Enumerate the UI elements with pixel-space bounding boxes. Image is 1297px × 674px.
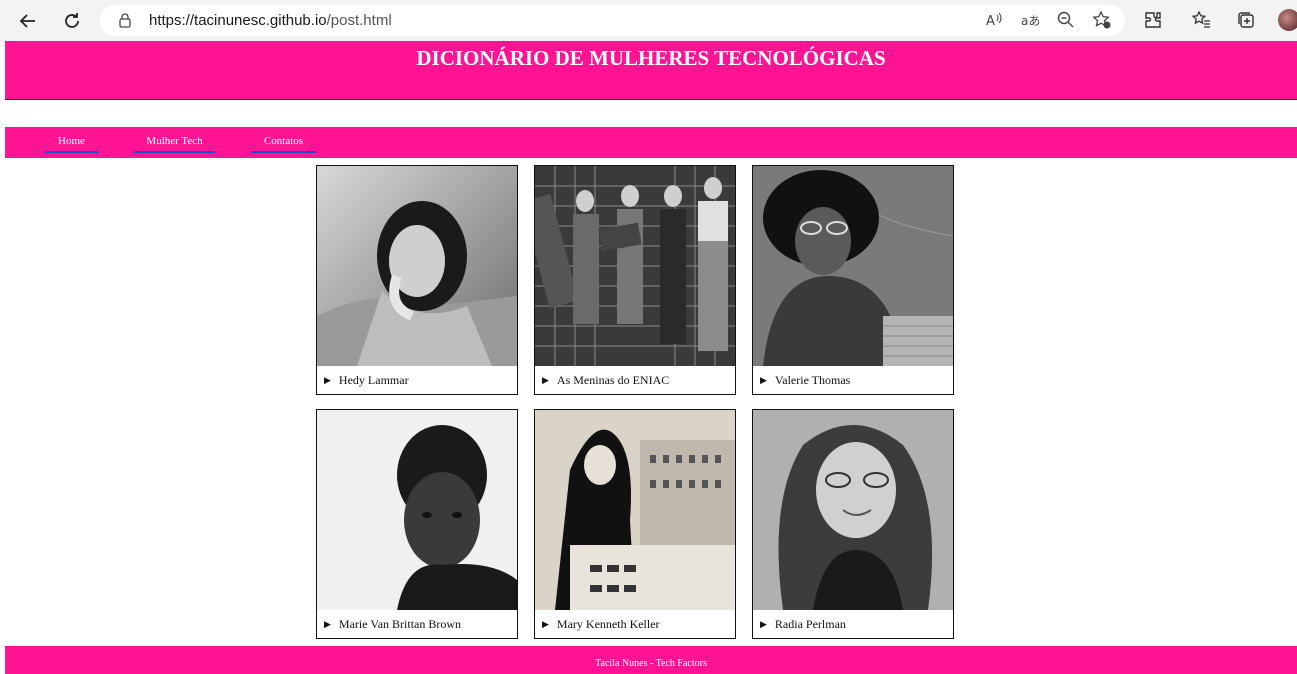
disclosure-triangle-icon: ▶ <box>760 619 767 629</box>
card-name: Marie Van Brittan Brown <box>338 617 462 631</box>
disclosure-triangle-icon: ▶ <box>760 375 767 385</box>
group-photo <box>535 166 735 366</box>
card-valerie-thomas[interactable]: ▶ Valerie Thomas <box>752 165 954 395</box>
lock-icon[interactable] <box>117 12 133 33</box>
main-nav: Home Mulher Tech Contatos <box>5 127 1297 158</box>
portrait-photo <box>753 166 953 366</box>
disclosure-triangle-icon: ▶ <box>542 375 549 385</box>
card-meninas-eniac[interactable]: ▶ As Meninas do ENIAC <box>534 165 736 395</box>
disclosure-triangle-icon: ▶ <box>324 619 331 629</box>
card-caption[interactable]: ▶ Marie Van Brittan Brown <box>324 617 461 632</box>
card-name: Hedy Lammar <box>338 373 409 387</box>
browser-toolbar: https://tacinunesc.github.io/post.html A… <box>0 0 1297 41</box>
nav-home-link[interactable]: Home <box>45 135 98 153</box>
card-radia-perlman[interactable]: ▶ Radia Perlman <box>752 409 954 639</box>
svg-text:aあ: aあ <box>1021 14 1040 28</box>
card-hedy-lammar[interactable]: ▶ Hedy Lammar <box>316 165 518 395</box>
favorites-icon[interactable] <box>1191 9 1213 31</box>
card-caption[interactable]: ▶ As Meninas do ENIAC <box>542 373 669 388</box>
portrait-photo <box>535 410 735 610</box>
collections-icon[interactable] <box>1235 9 1257 31</box>
card-caption[interactable]: ▶ Hedy Lammar <box>324 373 409 388</box>
svg-text:A: A <box>986 14 995 29</box>
card-name: As Meninas do ENIAC <box>556 373 670 387</box>
card-caption[interactable]: ▶ Valerie Thomas <box>760 373 850 388</box>
url-host: https://tacinunesc.github.io <box>149 12 327 29</box>
footer-text: Tacila Nunes - Tech Factors <box>595 658 707 669</box>
nav-contatos-link[interactable]: Contatos <box>251 135 316 153</box>
card-caption[interactable]: ▶ Mary Kenneth Keller <box>542 617 660 632</box>
site-header: DICIONÁRIO DE MULHERES TECNOLÓGICAS <box>5 41 1297 100</box>
favorite-add-icon[interactable] <box>1091 9 1113 31</box>
disclosure-triangle-icon: ▶ <box>324 375 331 385</box>
url-text[interactable]: https://tacinunesc.github.io/post.html <box>149 12 392 29</box>
card-mary-kenneth-keller[interactable]: ▶ Mary Kenneth Keller <box>534 409 736 639</box>
portrait-photo <box>317 410 517 610</box>
back-button[interactable] <box>13 6 43 36</box>
nav-mulher-tech-link[interactable]: Mulher Tech <box>134 135 215 153</box>
zoom-out-icon[interactable] <box>1055 9 1077 31</box>
site-footer: Tacila Nunes - Tech Factors <box>5 646 1297 674</box>
refresh-icon <box>65 13 79 28</box>
portrait-photo <box>753 410 953 610</box>
portrait-photo <box>317 166 517 366</box>
profile-avatar[interactable] <box>1278 9 1297 31</box>
read-aloud-icon[interactable]: A <box>983 9 1005 31</box>
card-name: Radia Perlman <box>774 617 846 631</box>
card-caption[interactable]: ▶ Radia Perlman <box>760 617 846 632</box>
card-name: Valerie Thomas <box>774 373 851 387</box>
card-name: Mary Kenneth Keller <box>556 617 660 631</box>
back-icon <box>19 14 35 28</box>
site-title: DICIONÁRIO DE MULHERES TECNOLÓGICAS <box>416 46 886 70</box>
disclosure-triangle-icon: ▶ <box>542 619 549 629</box>
translate-icon[interactable]: aあ <box>1019 9 1041 31</box>
refresh-button[interactable] <box>57 6 87 36</box>
address-bar[interactable]: https://tacinunesc.github.io/post.html A… <box>100 5 1125 36</box>
card-marie-van-brittan-brown[interactable]: ▶ Marie Van Brittan Brown <box>316 409 518 639</box>
extensions-icon[interactable] <box>1142 9 1164 31</box>
url-path: /post.html <box>326 12 392 29</box>
